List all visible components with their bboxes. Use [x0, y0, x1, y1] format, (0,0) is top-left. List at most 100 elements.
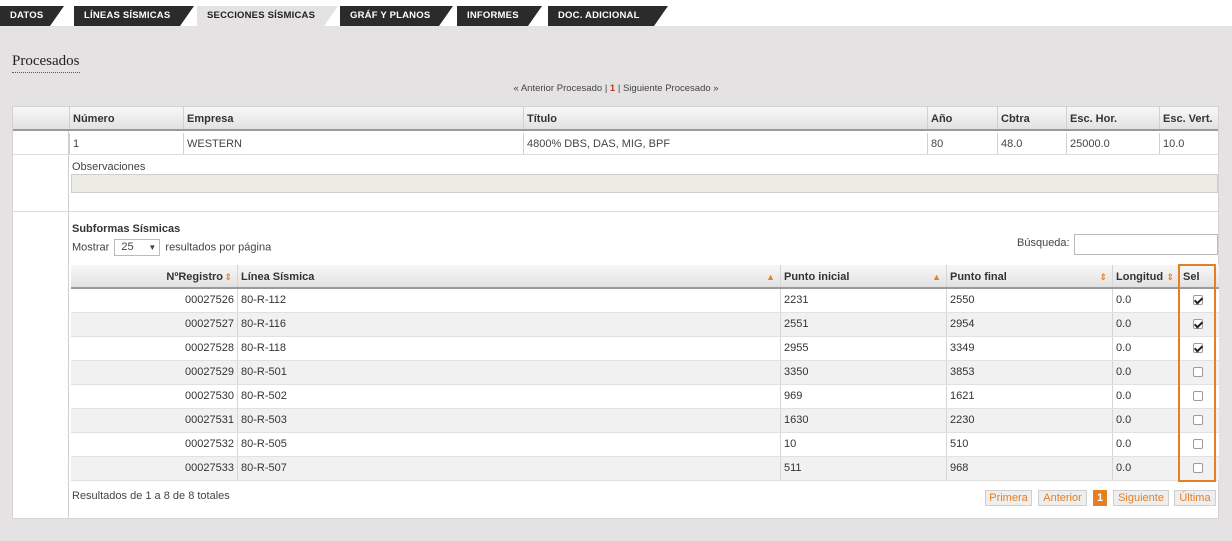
cell-registro: 00027530 [185, 390, 234, 402]
cell-linea: 80-R-505 [237, 433, 780, 456]
cell-registro: 00027529 [185, 366, 234, 378]
cell-sel [1179, 457, 1219, 480]
pagination-current-page[interactable]: 1 [1093, 490, 1107, 506]
cell-punto-final: 2230 [946, 409, 1112, 432]
header-esc-vert: Esc. Vert. [1159, 107, 1218, 129]
sel-checkbox[interactable] [1193, 367, 1203, 377]
col-punto-inicial[interactable]: Punto inicial ▲ [780, 265, 946, 287]
page-size-value: 25 [121, 241, 134, 253]
cell-punto-final: 1621 [946, 385, 1112, 408]
cell-linea: 80-R-116 [237, 313, 780, 336]
info-table-row: 1 WESTERN 4800% DBS, DAS, MIG, BPF 80 48… [13, 133, 1218, 155]
procesado-panel: Número Empresa Título Año Cbtra Esc. Hor… [12, 106, 1219, 519]
header-cbtra: Cbtra [997, 107, 1066, 129]
col-punto-final[interactable]: Punto final ⇕ [946, 265, 1112, 287]
pagination-prev-button[interactable]: Anterior [1038, 490, 1087, 506]
cell-linea: 80-R-112 [237, 289, 780, 312]
table-row[interactable]: 00027526 80-R-112 2231 2550 0.0 [71, 289, 1219, 313]
tab-secciones-sismicas[interactable]: SECCIONES SÍSMICAS [197, 6, 338, 26]
cell-punto-inicial: 511 [780, 457, 946, 480]
tab-informes[interactable]: INFORMES [457, 6, 542, 26]
sort-both-icon: ⇕ [1099, 272, 1107, 282]
sel-checkbox[interactable] [1193, 439, 1203, 449]
pagination-next-button[interactable]: Siguiente [1113, 490, 1169, 506]
busqueda-label: Búsqueda: [1017, 237, 1070, 249]
search-input[interactable] [1074, 234, 1218, 255]
cell-punto-final: 2954 [946, 313, 1112, 336]
col-linea[interactable]: Línea Sísmica ▲ [237, 265, 780, 287]
cell-longitud: 0.0 [1112, 289, 1179, 312]
mostrar-label: Mostrar [72, 241, 110, 254]
tab-graf-planos[interactable]: GRÁF Y PLANOS [340, 6, 453, 26]
value-esc-vert: 10.0 [1159, 133, 1218, 154]
cell-punto-final: 3349 [946, 337, 1112, 360]
header-ano: Año [927, 107, 997, 129]
current-procesado: 1 [609, 83, 616, 94]
header-empresa: Empresa [183, 107, 523, 129]
sel-checkbox[interactable] [1193, 295, 1203, 305]
left-column [13, 107, 69, 518]
value-titulo: 4800% DBS, DAS, MIG, BPF [523, 133, 927, 154]
cell-registro: 00027533 [185, 462, 234, 474]
value-ano: 80 [927, 133, 997, 154]
sel-checkbox[interactable] [1193, 319, 1203, 329]
col-sel: Sel [1179, 265, 1219, 287]
tab-bar: DATOS LÍNEAS SÍSMICAS SECCIONES SÍSMICAS… [0, 0, 1232, 26]
next-procesado-link[interactable]: Siguiente Procesado » [623, 83, 719, 94]
col-registro-label: NºRegistro [166, 271, 223, 283]
col-longitud[interactable]: Longitud ⇕ [1112, 265, 1179, 287]
sel-checkbox[interactable] [1193, 463, 1203, 473]
sort-asc-icon: ▲ [932, 272, 941, 282]
sort-asc-icon: ▲ [766, 272, 775, 282]
cell-registro: 00027531 [185, 414, 234, 426]
value-cbtra: 48.0 [997, 133, 1066, 154]
page-size-select[interactable]: 25 ▼ [114, 239, 161, 256]
col-punto-final-label: Punto final [950, 271, 1007, 283]
cell-longitud: 0.0 [1112, 313, 1179, 336]
col-registro[interactable]: NºRegistro ⇕ [71, 265, 237, 287]
col-longitud-label: Longitud [1116, 271, 1164, 283]
sel-checkbox[interactable] [1193, 415, 1203, 425]
table-row[interactable]: 00027527 80-R-116 2551 2954 0.0 [71, 313, 1219, 337]
tab-lineas-sismicas[interactable]: LÍNEAS SÍSMICAS [74, 6, 194, 26]
section-divider [13, 211, 1218, 212]
cell-punto-inicial: 2551 [780, 313, 946, 336]
cell-longitud: 0.0 [1112, 409, 1179, 432]
cell-punto-final: 2550 [946, 289, 1112, 312]
subformas-table: NºRegistro ⇕ Línea Sísmica ▲ Punto inici… [71, 264, 1219, 482]
pagination-last-button[interactable]: Última [1174, 490, 1216, 506]
sort-both-icon: ⇕ [1166, 272, 1174, 282]
table-row[interactable]: 00027530 80-R-502 969 1621 0.0 [71, 385, 1219, 409]
cell-longitud: 0.0 [1112, 385, 1179, 408]
tab-doc-adicional[interactable]: DOC. ADICIONAL [548, 6, 668, 26]
pagination-first-button[interactable]: Primera [985, 490, 1032, 506]
cell-longitud: 0.0 [1112, 457, 1179, 480]
header-numero: Número [69, 107, 183, 129]
chevron-down-icon: ▼ [148, 243, 157, 252]
sel-checkbox[interactable] [1193, 391, 1203, 401]
cell-sel [1179, 313, 1219, 336]
nav-separator: | [604, 83, 608, 94]
cell-sel [1179, 433, 1219, 456]
table-row[interactable]: 00027528 80-R-118 2955 3349 0.0 [71, 337, 1219, 361]
table-row[interactable]: 00027532 80-R-505 10 510 0.0 [71, 433, 1219, 457]
observaciones-label: Observaciones [72, 161, 146, 173]
value-numero: 1 [69, 133, 183, 154]
cell-sel [1179, 409, 1219, 432]
sel-checkbox[interactable] [1193, 343, 1203, 353]
cell-linea: 80-R-502 [237, 385, 780, 408]
procesado-nav: « Anterior Procesado | 1 | Siguiente Pro… [0, 83, 1232, 94]
table-row[interactable]: 00027531 80-R-503 1630 2230 0.0 [71, 409, 1219, 433]
cell-punto-inicial: 969 [780, 385, 946, 408]
observaciones-field [71, 174, 1218, 193]
cell-linea: 80-R-118 [237, 337, 780, 360]
prev-procesado-link[interactable]: « Anterior Procesado [513, 83, 602, 94]
cell-sel [1179, 337, 1219, 360]
col-punto-inicial-label: Punto inicial [784, 271, 850, 283]
tab-datos[interactable]: DATOS [0, 6, 64, 26]
table-row[interactable]: 00027529 80-R-501 3350 3853 0.0 [71, 361, 1219, 385]
header-titulo: Título [523, 107, 927, 129]
cell-longitud: 0.0 [1112, 433, 1179, 456]
table-row[interactable]: 00027533 80-R-507 511 968 0.0 [71, 457, 1219, 481]
cell-sel [1179, 385, 1219, 408]
